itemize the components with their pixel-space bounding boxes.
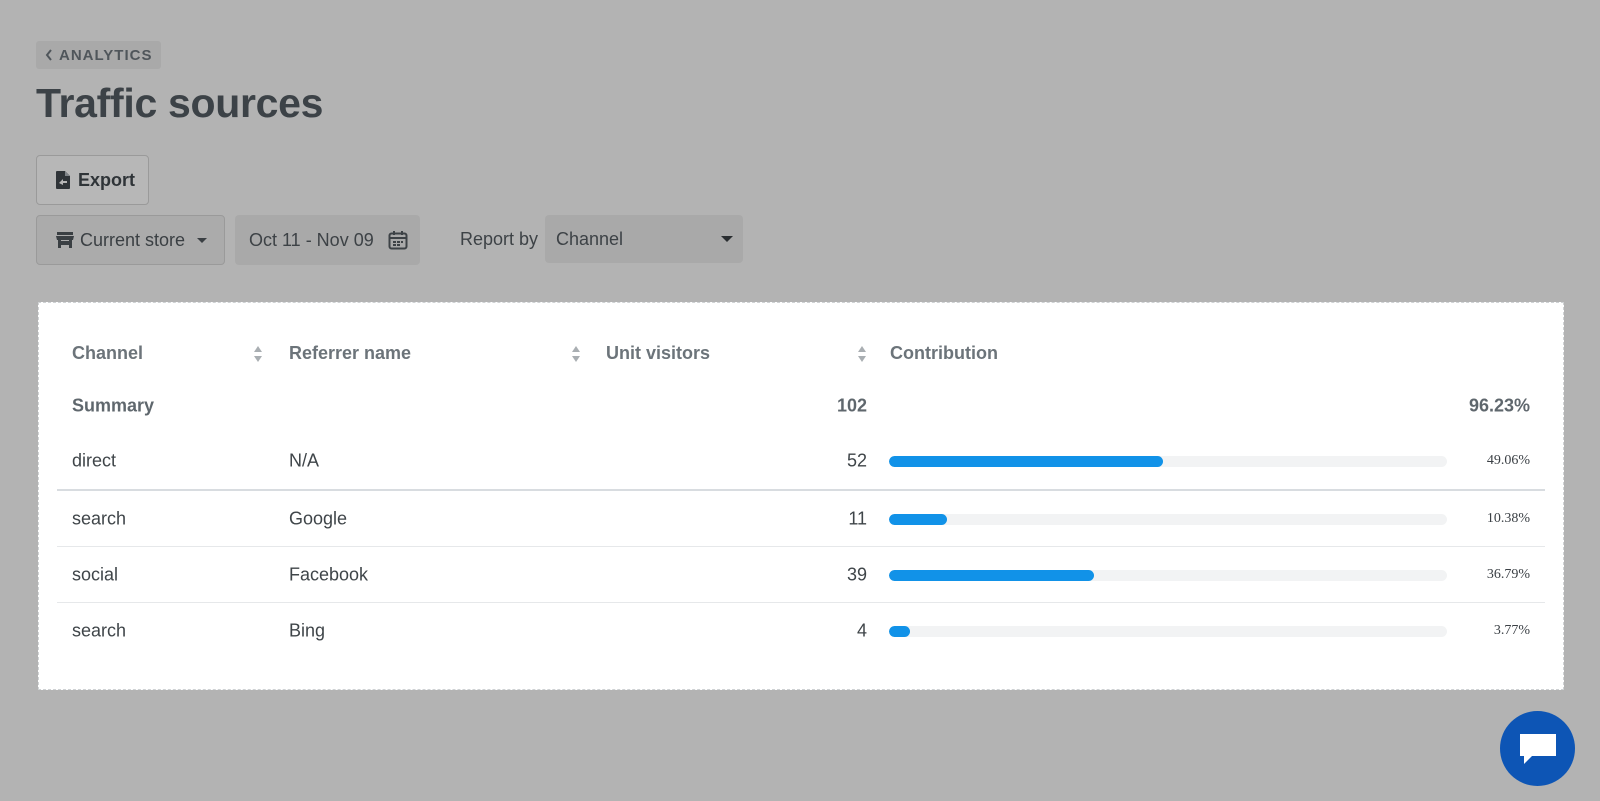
table-row: social Facebook 39 36.79% xyxy=(57,546,1545,603)
channel-cell: search xyxy=(72,508,127,529)
visitors-cell: 11 xyxy=(848,508,867,529)
contribution-bar-fill xyxy=(889,514,947,525)
sort-icon[interactable] xyxy=(857,345,867,363)
channel-cell: direct xyxy=(72,450,117,471)
calendar-icon xyxy=(388,231,408,250)
contribution-bar xyxy=(889,456,1447,467)
sort-icon[interactable] xyxy=(571,345,581,363)
contribution-cell: 36.79% xyxy=(1486,567,1530,582)
chat-bubble-icon xyxy=(1519,733,1556,764)
visitors-cell: 39 xyxy=(846,564,867,585)
contribution-bar xyxy=(889,514,1447,525)
traffic-table: Channel Referrer name Unit visitors Cont… xyxy=(38,302,1564,690)
back-to-analytics-link[interactable]: ANALYTICS xyxy=(36,41,162,69)
sort-icon[interactable] xyxy=(253,345,263,363)
page-title: Traffic sources xyxy=(36,80,324,126)
column-header-contribution: Contribution xyxy=(890,343,998,363)
report-by-select[interactable]: Channel xyxy=(545,215,743,263)
contribution-bar-fill xyxy=(889,626,911,637)
channel-cell: social xyxy=(72,564,119,585)
store-selector-label: Current store xyxy=(80,229,186,250)
chat-button[interactable] xyxy=(1500,711,1575,786)
contribution-bar xyxy=(889,570,1447,581)
back-link-label: ANALYTICS xyxy=(59,46,153,64)
summary-label: Summary xyxy=(72,395,155,416)
referrer-cell: Facebook xyxy=(289,564,369,585)
table-row: search Google 11 10.38% xyxy=(57,489,1545,547)
contribution-cell: 10.38% xyxy=(1486,511,1530,526)
report-by-value: Channel xyxy=(556,228,624,249)
column-header-unit-visitors[interactable]: Unit visitors xyxy=(606,343,710,364)
referrer-cell: N/A xyxy=(289,450,320,471)
contribution-bar xyxy=(889,626,1447,637)
referrer-cell: Google xyxy=(289,508,348,529)
summary-visitors: 102 xyxy=(836,395,867,416)
table-row: direct N/A 52 49.06% xyxy=(57,433,1545,489)
channel-cell: search xyxy=(72,620,127,641)
traffic-sources-page: ANALYTICS Traffic sources Export Current… xyxy=(0,0,1600,801)
contribution-bar-fill xyxy=(889,456,1163,467)
visitors-cell: 4 xyxy=(856,620,867,641)
store-icon xyxy=(56,232,74,248)
visitors-cell: 52 xyxy=(846,450,867,471)
contribution-cell: 49.06% xyxy=(1486,453,1530,468)
contribution-bar-fill xyxy=(889,570,1095,581)
date-range-picker[interactable]: Oct 11 - Nov 09 xyxy=(235,215,420,265)
export-button-label: Export xyxy=(78,169,136,190)
export-button[interactable]: Export xyxy=(36,155,149,205)
caret-down-icon xyxy=(197,237,208,243)
date-range-value: Oct 11 - Nov 09 xyxy=(249,229,374,250)
table-row: search Bing 4 3.77% xyxy=(57,602,1545,659)
contribution-cell: 3.77% xyxy=(1493,623,1530,638)
summary-contribution: 96.23% xyxy=(1468,395,1530,416)
summary-row: Summary 102 96.23% xyxy=(57,379,1545,433)
file-export-icon xyxy=(56,171,70,189)
column-header-channel[interactable]: Channel xyxy=(72,343,143,364)
chevron-left-icon xyxy=(45,49,52,61)
column-header-referrer[interactable]: Referrer name xyxy=(289,343,411,364)
referrer-cell: Bing xyxy=(289,620,326,641)
report-by-label: Report by xyxy=(460,229,539,249)
caret-down-icon xyxy=(721,236,733,242)
store-selector[interactable]: Current store xyxy=(36,215,225,265)
